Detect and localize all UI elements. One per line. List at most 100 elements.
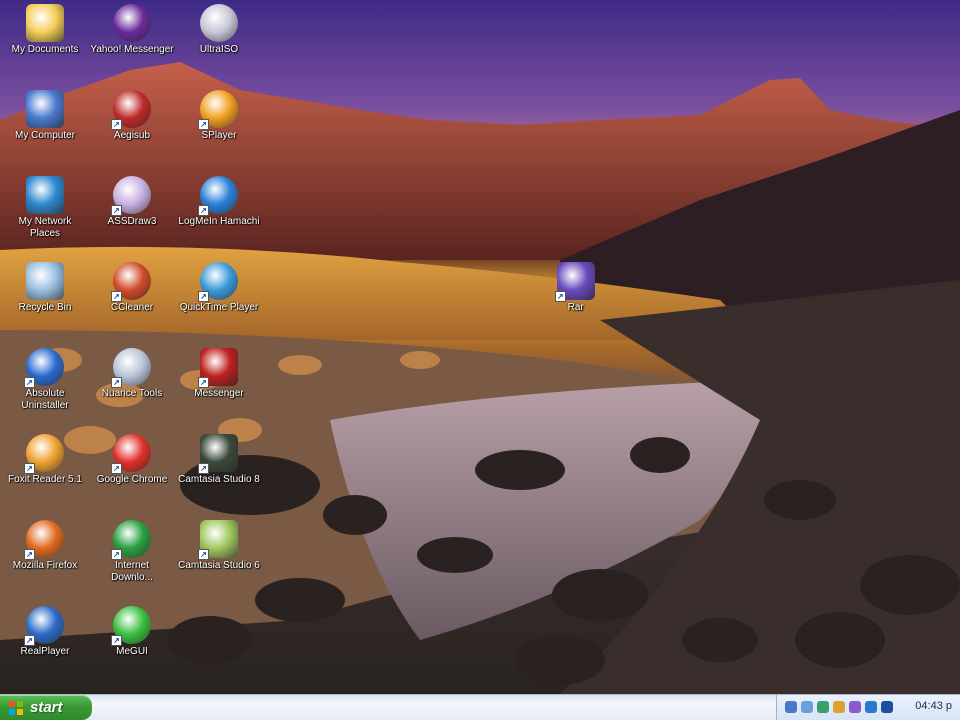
desktop-icon-label: My Computer: [14, 130, 75, 141]
start-label: start: [30, 699, 63, 716]
desktop-icon-label: Recycle Bin: [18, 302, 72, 313]
desktop-icon-label: MeGUI: [116, 646, 148, 657]
assdraw-icon: ↗: [111, 176, 151, 216]
network-icon: [26, 176, 64, 214]
recycle-bin-icon: [26, 262, 64, 300]
desktop-icon-label: QuickTime Player: [179, 302, 259, 313]
megui-icon: ↗: [111, 606, 151, 646]
tray-shield-icon[interactable]: [817, 701, 829, 713]
desktop-icon-label: My Network Places: [18, 216, 72, 239]
shortcut-arrow-icon: ↗: [111, 377, 122, 388]
desktop-icon-uninstaller[interactable]: ↗ Absolute Uninstaller: [2, 348, 88, 412]
camtasia6-icon: ↗: [198, 520, 238, 560]
desktop-icon-label: Messenger: [194, 388, 244, 399]
tray-hamachi-icon[interactable]: [865, 701, 877, 713]
desktop-icon-label: Yahoo! Messenger: [90, 44, 174, 55]
shortcut-arrow-icon: ↗: [198, 205, 209, 216]
shortcut-arrow-icon: ↗: [111, 635, 122, 646]
aegisub-icon: ↗: [111, 90, 151, 130]
desktop-icon-ccleaner[interactable]: ↗ CCleaner: [89, 262, 175, 314]
chrome-icon: ↗: [111, 434, 151, 474]
firefox-icon: ↗: [24, 520, 64, 560]
shortcut-arrow-icon: ↗: [198, 377, 209, 388]
desktop-icon-messenger[interactable]: ↗ Messenger: [176, 348, 262, 400]
ccleaner-icon: ↗: [111, 262, 151, 302]
shortcut-arrow-icon: ↗: [111, 119, 122, 130]
tray-update-icon[interactable]: [833, 701, 845, 713]
desktop-icon-label: ASSDraw3: [107, 216, 157, 227]
desktop-icon-megui[interactable]: ↗ MeGUI: [89, 606, 175, 658]
shortcut-arrow-icon: ↗: [111, 549, 122, 560]
quicktime-icon: ↗: [198, 262, 238, 302]
tray-messenger-icon[interactable]: [849, 701, 861, 713]
desktop-icon-label: Camtasia Studio 8: [178, 474, 260, 485]
desktop-icon-computer[interactable]: My Computer: [2, 90, 88, 142]
desktop-icon-quicktime[interactable]: ↗ QuickTime Player: [176, 262, 262, 314]
shortcut-arrow-icon: ↗: [24, 635, 35, 646]
desktop-icon-aegisub[interactable]: ↗ Aegisub: [89, 90, 175, 142]
yahoo-messenger-icon: [113, 4, 151, 42]
desktop-icon-label: Foxit Reader 5.1: [8, 474, 82, 485]
desktop-icon-camtasia6[interactable]: ↗ Camtasia Studio 6: [176, 520, 262, 572]
desktop-icon-winrar[interactable]: ↗ Rar: [533, 262, 619, 314]
realplayer-icon: ↗: [24, 606, 64, 646]
start-button[interactable]: start: [0, 695, 92, 720]
desktop-icon-yahoo-messenger[interactable]: Yahoo! Messenger: [89, 4, 175, 56]
desktop-icon-label: Nuance Tools: [101, 388, 163, 399]
desktop-icon-label: My Documents: [11, 44, 79, 55]
shortcut-arrow-icon: ↗: [554, 291, 566, 302]
desktop-icon-tool[interactable]: ↗ Nuance Tools: [89, 348, 175, 400]
tray-network-icon[interactable]: [785, 701, 797, 713]
desktop-icon-assdraw[interactable]: ↗ ASSDraw3: [89, 176, 175, 228]
desktop-icon-splayer[interactable]: ↗ SPlayer: [176, 90, 262, 142]
shortcut-arrow-icon: ↗: [198, 119, 209, 130]
desktop-icon-firefox[interactable]: ↗ Mozilla Firefox: [2, 520, 88, 572]
idm-icon: ↗: [111, 520, 151, 560]
desktop-icon-chrome[interactable]: ↗ Google Chrome: [89, 434, 175, 486]
desktop-icon-label: UltraISO: [199, 44, 239, 55]
computer-icon: [26, 90, 64, 128]
system-tray: 04:43 p: [776, 695, 960, 720]
shortcut-arrow-icon: ↗: [24, 549, 35, 560]
desktop-icon-recycle-bin[interactable]: Recycle Bin: [2, 262, 88, 314]
desktop-icon-network[interactable]: My Network Places: [2, 176, 88, 240]
shortcut-arrow-icon: ↗: [111, 291, 122, 302]
shortcut-arrow-icon: ↗: [24, 463, 35, 474]
foxit-icon: ↗: [24, 434, 64, 474]
desktop-icon-foxit[interactable]: ↗ Foxit Reader 5.1: [2, 434, 88, 486]
hamachi-icon: ↗: [198, 176, 238, 216]
shortcut-arrow-icon: ↗: [198, 463, 209, 474]
camtasia-icon: ↗: [198, 434, 238, 474]
shortcut-arrow-icon: ↗: [198, 291, 209, 302]
uninstaller-icon: ↗: [24, 348, 64, 388]
desktop-icon-folder[interactable]: My Documents: [2, 4, 88, 56]
tool-icon: ↗: [111, 348, 151, 388]
shortcut-arrow-icon: ↗: [24, 377, 35, 388]
desktop-icon-label: Absolute Uninstaller: [21, 388, 69, 411]
tray-volume-icon[interactable]: [801, 701, 813, 713]
splayer-icon: ↗: [198, 90, 238, 130]
desktop-icon-label: RealPlayer: [20, 646, 70, 657]
windows-logo-icon: [9, 701, 23, 715]
desktop-icon-label: Internet Downlo...: [111, 560, 153, 583]
tray-info-icon[interactable]: [881, 701, 893, 713]
shortcut-arrow-icon: ↗: [111, 205, 122, 216]
taskbar: start 04:43 p: [0, 694, 960, 720]
desktop-icon-label: Rar: [567, 302, 584, 313]
folder-icon: [26, 4, 64, 42]
desktop-icon-label: LogMeIn Hamachi: [178, 216, 260, 227]
desktop-icon-label: Mozilla Firefox: [12, 560, 78, 571]
desktop-icon-idm[interactable]: ↗ Internet Downlo...: [89, 520, 175, 584]
shortcut-arrow-icon: ↗: [111, 463, 122, 474]
desktop-icon-label: CCleaner: [110, 302, 154, 313]
taskbar-clock[interactable]: 04:43 p: [915, 700, 952, 712]
desktop-icon-label: Google Chrome: [96, 474, 168, 485]
desktop-icon-realplayer[interactable]: ↗ RealPlayer: [2, 606, 88, 658]
winrar-icon: ↗: [554, 262, 595, 302]
messenger-icon: ↗: [198, 348, 238, 388]
desktop-icon-disc[interactable]: UltraISO: [176, 4, 262, 56]
desktop-icon-camtasia[interactable]: ↗ Camtasia Studio 8: [176, 434, 262, 486]
desktop-icon-label: SPlayer: [201, 130, 237, 141]
desktop-icon-label: Aegisub: [113, 130, 151, 141]
desktop-icon-hamachi[interactable]: ↗ LogMeIn Hamachi: [176, 176, 262, 228]
